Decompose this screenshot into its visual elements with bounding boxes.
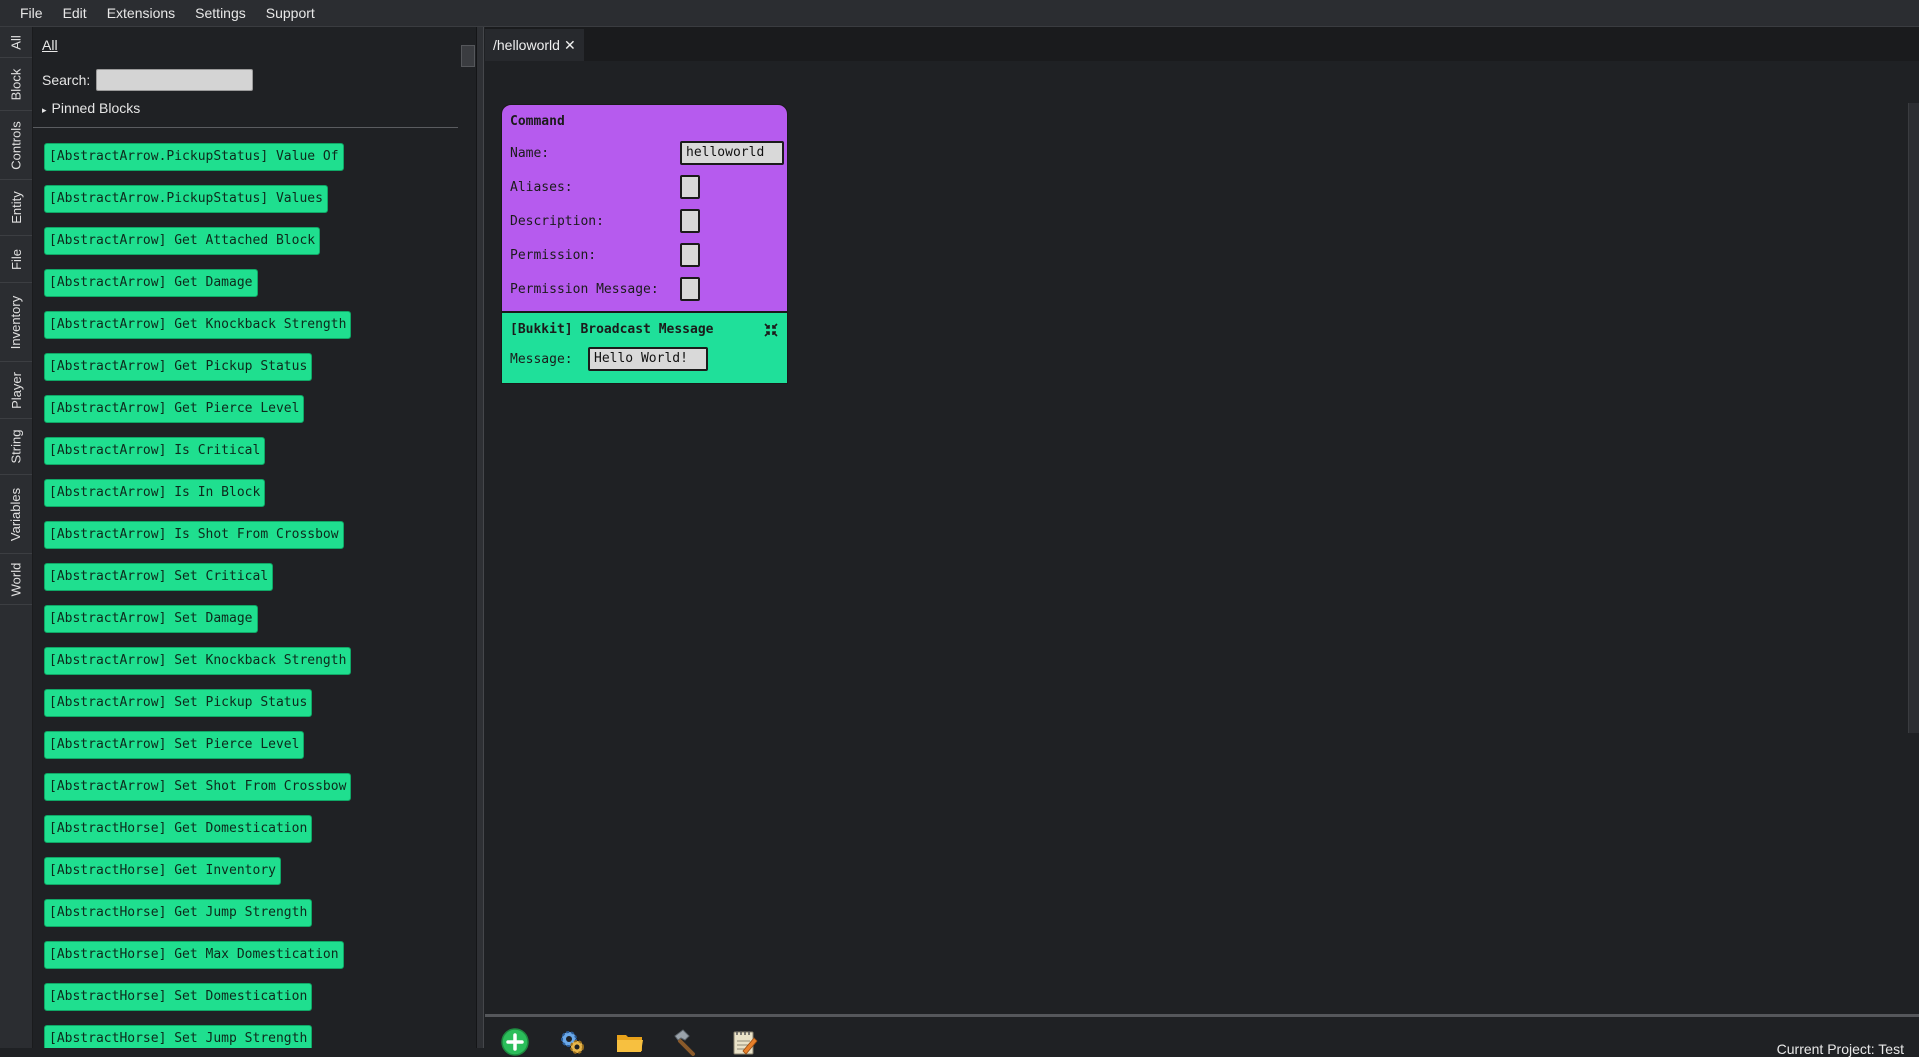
category-tab-block[interactable]: Block bbox=[0, 58, 32, 111]
permission-message-label: Permission Message: bbox=[510, 282, 659, 297]
permission-message-field[interactable] bbox=[680, 277, 700, 301]
block-chip[interactable]: [AbstractArrow] Get Attached Block bbox=[44, 227, 321, 255]
category-tab-player[interactable]: Player bbox=[0, 362, 32, 419]
collapse-icon[interactable] bbox=[763, 322, 779, 338]
aliases-field[interactable] bbox=[680, 175, 700, 199]
category-tab-inventory[interactable]: Inventory bbox=[0, 283, 32, 362]
workspace-canvas[interactable]: Command Name: helloworld Aliases: Descri… bbox=[485, 61, 1919, 1013]
category-tab-controls[interactable]: Controls bbox=[0, 111, 32, 180]
block-chip[interactable]: [AbstractArrow] Is Shot From Crossbow bbox=[44, 521, 344, 549]
menu-settings[interactable]: Settings bbox=[185, 0, 256, 26]
category-tab-all[interactable]: All bbox=[0, 27, 32, 58]
block-chip[interactable]: [AbstractArrow] Set Critical bbox=[44, 563, 274, 591]
broadcast-message-block[interactable]: [Bukkit] Broadcast Message Message: Hell… bbox=[501, 311, 788, 384]
category-tab-file[interactable]: File bbox=[0, 236, 32, 283]
close-icon[interactable]: ✕ bbox=[564, 37, 576, 54]
category-tab-string[interactable]: String bbox=[0, 419, 32, 475]
block-chip[interactable]: [AbstractHorse] Get Max Domestication bbox=[44, 941, 344, 969]
category-tab-world[interactable]: World bbox=[0, 554, 32, 605]
pinned-blocks-label: Pinned Blocks bbox=[51, 100, 141, 116]
split-divider[interactable] bbox=[476, 27, 484, 1048]
description-field[interactable] bbox=[680, 209, 700, 233]
add-icon[interactable] bbox=[500, 1027, 530, 1057]
block-chip[interactable]: [AbstractHorse] Set Jump Strength bbox=[44, 1025, 313, 1048]
editor-area: /helloworld ✕ Command Name: helloworld A… bbox=[485, 27, 1919, 1057]
name-label: Name: bbox=[510, 146, 550, 161]
menu-edit[interactable]: Edit bbox=[53, 0, 97, 26]
block-chip[interactable]: [AbstractArrow] Set Pierce Level bbox=[44, 731, 305, 759]
tab-bar: /helloworld ✕ bbox=[485, 27, 1919, 61]
permission-field[interactable] bbox=[680, 243, 700, 267]
search-label: Search: bbox=[42, 72, 91, 88]
aliases-label: Aliases: bbox=[510, 180, 573, 195]
workspace-scrollbar[interactable] bbox=[1908, 103, 1919, 733]
block-chip[interactable]: [AbstractArrow.PickupStatus] Values bbox=[44, 185, 328, 213]
category-tab-variables[interactable]: Variables bbox=[0, 475, 32, 554]
pinned-blocks-toggle[interactable]: ▸ Pinned Blocks bbox=[42, 100, 140, 116]
search-input[interactable] bbox=[96, 69, 254, 91]
message-label: Message: bbox=[510, 352, 573, 367]
block-chip[interactable]: [AbstractArrow] Is Critical bbox=[44, 437, 266, 465]
notepad-icon[interactable] bbox=[729, 1027, 759, 1057]
message-field[interactable]: Hello World! bbox=[588, 347, 708, 371]
block-chip[interactable]: [AbstractArrow] Get Damage bbox=[44, 269, 258, 297]
hammer-icon[interactable] bbox=[671, 1027, 701, 1057]
gears-icon[interactable] bbox=[557, 1027, 587, 1057]
description-label: Description: bbox=[510, 214, 604, 229]
command-block-title: Command bbox=[510, 114, 565, 129]
palette-scrollbar[interactable] bbox=[461, 45, 475, 67]
block-chip[interactable]: [AbstractArrow] Get Knockback Strength bbox=[44, 311, 352, 339]
block-chip[interactable]: [AbstractArrow] Get Pickup Status bbox=[44, 353, 313, 381]
category-tab-entity[interactable]: Entity bbox=[0, 180, 32, 236]
block-chip[interactable]: [AbstractArrow] Set Damage bbox=[44, 605, 258, 633]
broadcast-block-title: [Bukkit] Broadcast Message bbox=[510, 322, 714, 337]
block-chip[interactable]: [AbstractArrow] Set Pickup Status bbox=[44, 689, 313, 717]
block-chip[interactable]: [AbstractArrow] Get Pierce Level bbox=[44, 395, 305, 423]
current-project-status: Current Project: Test bbox=[1776, 1041, 1904, 1057]
menu-support[interactable]: Support bbox=[256, 0, 325, 26]
tab-helloworld[interactable]: /helloworld ✕ bbox=[485, 29, 584, 61]
menu-bar: File Edit Extensions Settings Support bbox=[0, 0, 1919, 27]
menu-file[interactable]: File bbox=[0, 0, 53, 26]
menu-extensions[interactable]: Extensions bbox=[97, 0, 185, 26]
block-chip[interactable]: [AbstractArrow.PickupStatus] Value Of bbox=[44, 143, 344, 171]
command-block[interactable]: Command Name: helloworld Aliases: Descri… bbox=[501, 104, 788, 312]
block-chip[interactable]: [AbstractHorse] Get Domestication bbox=[44, 815, 313, 843]
block-chip[interactable]: [AbstractHorse] Get Inventory bbox=[44, 857, 281, 885]
triangle-right-icon: ▸ bbox=[42, 105, 47, 115]
category-tabs: All Block Controls Entity File Inventory… bbox=[0, 27, 33, 1048]
permission-label: Permission: bbox=[510, 248, 597, 263]
all-link[interactable]: All bbox=[42, 37, 58, 53]
block-chip[interactable]: [AbstractHorse] Get Jump Strength bbox=[44, 899, 313, 927]
name-field[interactable]: helloworld bbox=[680, 141, 784, 165]
block-chip[interactable]: [AbstractArrow] Is In Block bbox=[44, 479, 266, 507]
panel-divider bbox=[33, 127, 458, 128]
block-palette: All Search: ▸ Pinned Blocks [AbstractArro… bbox=[33, 27, 458, 1048]
block-chip[interactable]: [AbstractArrow] Set Knockback Strength bbox=[44, 647, 352, 675]
folder-icon[interactable] bbox=[615, 1027, 645, 1057]
tab-title: /helloworld bbox=[493, 37, 560, 53]
block-chip[interactable]: [AbstractHorse] Set Domestication bbox=[44, 983, 313, 1011]
block-chip[interactable]: [AbstractArrow] Set Shot From Crossbow bbox=[44, 773, 352, 801]
